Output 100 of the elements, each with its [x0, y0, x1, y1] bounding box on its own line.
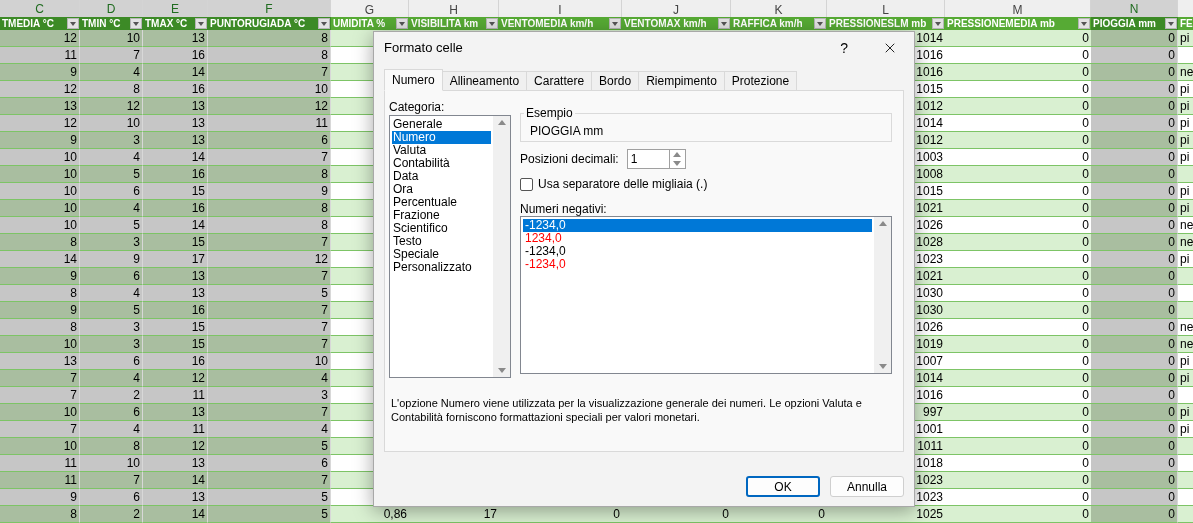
table-cell: 15 — [143, 234, 208, 251]
table-cell: 3 — [208, 387, 331, 404]
table-cell: 0 — [1091, 251, 1178, 268]
table-cell: 3 — [80, 234, 143, 251]
table-cell: 13 — [143, 489, 208, 506]
table-cell: 13 — [0, 353, 80, 370]
dialog-tab[interactable]: Numero — [384, 69, 443, 91]
column-letter[interactable]: G — [331, 0, 409, 20]
table-cell: 0 — [945, 421, 1091, 438]
category-item[interactable]: Testo — [392, 235, 491, 248]
table-cell: 0 — [1091, 64, 1178, 81]
filter-button[interactable] — [718, 18, 730, 29]
table-cell: 4 — [80, 64, 143, 81]
table-cell: 0 — [1091, 421, 1178, 438]
filter-button[interactable] — [609, 18, 621, 29]
category-item[interactable]: Ora — [392, 183, 491, 196]
table-cell: 14 — [143, 472, 208, 489]
table-cell: pi — [1178, 251, 1193, 268]
column-letter[interactable]: N — [1091, 0, 1178, 20]
table-cell: 10 — [0, 438, 80, 455]
table-cell: 5 — [208, 506, 331, 523]
table-cell: 5 — [208, 489, 331, 506]
table-cell: 16 — [143, 200, 208, 217]
category-item[interactable]: Scientifico — [392, 222, 491, 235]
table-cell: 12 — [0, 81, 80, 98]
column-letter[interactable]: K — [731, 0, 827, 20]
category-item[interactable]: Frazione — [392, 209, 491, 222]
filter-button[interactable] — [396, 18, 408, 29]
dialog-tab[interactable]: Riempimento — [638, 71, 725, 91]
table-cell: 11 — [0, 47, 80, 64]
column-letter[interactable]: L — [827, 0, 945, 20]
table-cell: 15 — [143, 319, 208, 336]
dialog-button[interactable]: Annulla — [830, 476, 904, 497]
category-item[interactable]: Contabilità — [392, 157, 491, 170]
filter-button[interactable] — [67, 18, 79, 29]
column-letter[interactable]: I — [499, 0, 622, 20]
scrollbar[interactable] — [493, 116, 510, 377]
filter-button[interactable] — [1078, 18, 1090, 29]
column-letter[interactable]: H — [409, 0, 499, 20]
table-cell: 7 — [208, 336, 331, 353]
column-letter[interactable]: C — [0, 0, 80, 20]
dialog-button[interactable]: OK — [746, 476, 820, 497]
category-label: Categoria: — [389, 99, 446, 113]
table-cell: 10 — [80, 455, 143, 472]
table-cell: pi — [1178, 132, 1193, 149]
scroll-up-icon — [497, 120, 506, 125]
table-cell: 0 — [945, 336, 1091, 353]
column-letter[interactable]: F — [208, 0, 331, 20]
table-cell: 1025 — [827, 506, 945, 523]
filter-button[interactable] — [318, 18, 330, 29]
negative-format-item[interactable]: -1234,0 — [523, 219, 872, 232]
table-cell: pi — [1178, 404, 1193, 421]
scrollbar[interactable] — [874, 217, 891, 373]
filter-button[interactable] — [814, 18, 826, 29]
negatives-list[interactable]: -1234,0 1234,0 -1234,0 -1234,0 — [520, 216, 892, 374]
table-cell: 12 — [143, 370, 208, 387]
table-cell: 0 — [945, 319, 1091, 336]
table-cell: 10 — [0, 183, 80, 200]
filter-button[interactable] — [130, 18, 142, 29]
table-cell: 0 — [945, 489, 1091, 506]
category-item[interactable]: Numero — [392, 131, 491, 144]
category-item[interactable]: Personalizzato — [392, 261, 491, 274]
category-item[interactable]: Valuta — [392, 144, 491, 157]
category-item[interactable]: Data — [392, 170, 491, 183]
table-cell: 15 — [143, 183, 208, 200]
column-letter[interactable]: M — [945, 0, 1091, 20]
table-cell — [1178, 438, 1193, 455]
table-cell: 0 — [1091, 268, 1178, 285]
category-item[interactable]: Generale — [392, 118, 491, 131]
table-cell: 9 — [0, 268, 80, 285]
decimals-field[interactable]: 1 — [626, 149, 669, 169]
category-item[interactable]: Percentuale — [392, 196, 491, 209]
column-title: VENTOMAX km/h — [624, 18, 707, 29]
table-cell: 0 — [945, 132, 1091, 149]
table-cell: pi — [1178, 81, 1193, 98]
column-letter[interactable]: J — [622, 0, 731, 20]
filter-button[interactable] — [1165, 18, 1177, 29]
table-cell: 7 — [208, 302, 331, 319]
table-cell: 0 — [945, 149, 1091, 166]
table-cell: 10 — [80, 30, 143, 47]
negatives-label: Numeri negativi: — [520, 201, 608, 215]
dialog-tab[interactable]: Protezione — [723, 71, 798, 91]
thousands-checkbox[interactable] — [520, 177, 533, 191]
filter-button[interactable] — [486, 18, 498, 29]
column-letter[interactable]: E — [143, 0, 208, 20]
table-cell: 0 — [945, 200, 1091, 217]
category-list[interactable]: Generale Numero Valuta Contabilità Data Ora Percentuale Frazione Scientifico Testo Speciale Personalizzato — [389, 115, 511, 378]
category-item[interactable]: Speciale — [392, 248, 491, 261]
table-cell: 6 — [80, 489, 143, 506]
table-cell: 13 — [143, 132, 208, 149]
table-cell: 4 — [80, 200, 143, 217]
table-cell: 11 — [208, 115, 331, 132]
table-cell: 11 — [143, 387, 208, 404]
table-cell: 3 — [80, 132, 143, 149]
filter-button[interactable] — [195, 18, 207, 29]
filter-button[interactable] — [932, 18, 944, 29]
table-cell: 10 — [0, 200, 80, 217]
column-title: PUNTORUGIADA °C — [210, 18, 306, 29]
column-letter[interactable]: D — [80, 0, 143, 20]
table-cell: 8 — [208, 200, 331, 217]
